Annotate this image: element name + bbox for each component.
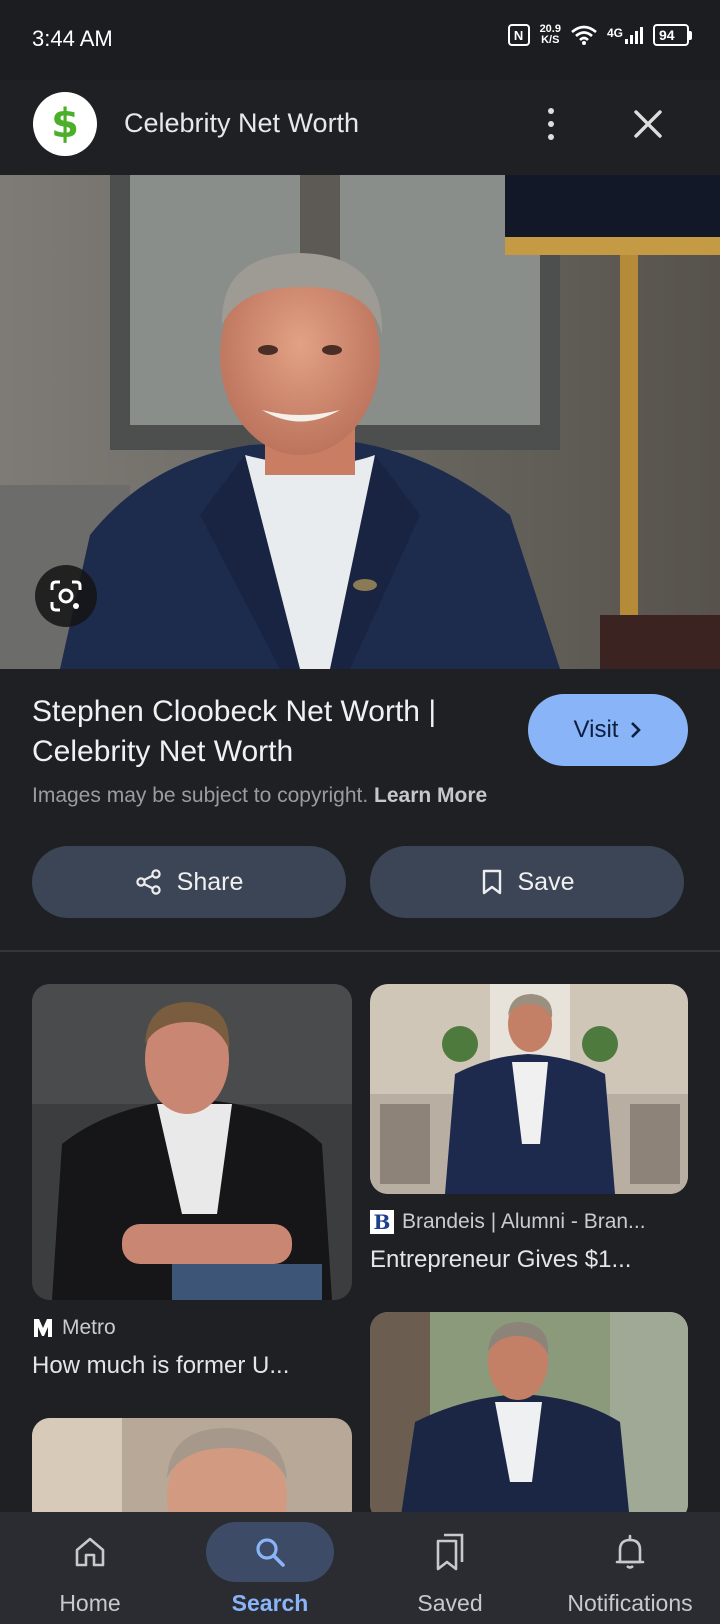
result-title[interactable]: Stephen Cloobeck Net Worth | Celebrity N… <box>32 692 502 772</box>
search-icon <box>256 1538 285 1567</box>
portrait-photo <box>0 175 720 669</box>
site-logo[interactable]: $ <box>33 92 97 156</box>
status-icons: N 20.9 K/S 4G 94 <box>507 24 692 46</box>
network-type: 4G <box>606 26 623 40</box>
nav-notifications-label: Notifications <box>567 1590 693 1616</box>
learn-more-link[interactable]: Learn More <box>374 784 487 807</box>
related-image-3[interactable] <box>370 1312 688 1522</box>
battery-level: 94 <box>653 24 689 46</box>
related-source-2[interactable]: B Brandeis | Alumni - Bran... <box>370 1210 646 1234</box>
nav-saved[interactable]: Saved <box>360 1512 540 1624</box>
nav-search[interactable]: Search <box>180 1512 360 1624</box>
divider <box>0 950 720 952</box>
main-image[interactable] <box>0 175 720 669</box>
share-button[interactable]: Share <box>32 846 346 918</box>
nav-saved-label: Saved <box>417 1590 483 1616</box>
related-source-name: Brandeis | Alumni - Bran... <box>402 1210 646 1233</box>
nav-notifications[interactable]: Notifications <box>540 1512 720 1624</box>
related-image-1[interactable] <box>32 984 352 1300</box>
cell-signal-icon: 4G <box>607 26 643 44</box>
site-name[interactable]: Celebrity Net Worth <box>124 108 359 139</box>
nfc-icon: N <box>507 24 530 46</box>
copyright-notice: Images may be subject to copyright. Lear… <box>32 784 487 808</box>
brandeis-logo-icon: B <box>370 1210 394 1234</box>
nav-search-label: Search <box>231 1590 309 1616</box>
status-bar: 3:44 AM N 20.9 K/S 4G 94 <box>0 0 720 80</box>
visit-label: Visit <box>573 716 619 743</box>
network-speed: 20.9 K/S <box>540 24 561 46</box>
chevron-right-icon <box>631 722 642 738</box>
metro-logo-icon <box>34 1319 52 1337</box>
lens-search-button[interactable] <box>35 565 97 627</box>
home-icon <box>75 1537 105 1567</box>
network-speed-unit: K/S <box>541 34 560 46</box>
related-source-name: Metro <box>62 1316 116 1339</box>
lens-icon <box>50 580 82 612</box>
save-label: Save <box>517 867 575 896</box>
visit-button[interactable]: Visit <box>528 694 688 766</box>
nav-home[interactable]: Home <box>0 1512 180 1624</box>
bookmark-icon <box>482 869 501 895</box>
share-label: Share <box>176 867 244 896</box>
related-title-1[interactable]: How much is former U... <box>32 1352 289 1380</box>
share-icon <box>135 869 161 895</box>
status-time: 3:44 AM <box>32 26 113 51</box>
bookmarks-icon <box>436 1533 464 1571</box>
copyright-text: Images may be subject to copyright. <box>32 784 369 807</box>
more-vert-icon[interactable] <box>538 104 564 144</box>
battery-icon: 94 <box>653 24 692 46</box>
related-title-2[interactable]: Entrepreneur Gives $1... <box>370 1246 631 1274</box>
related-source-1[interactable]: Metro <box>32 1316 116 1340</box>
related-image-2[interactable] <box>370 984 688 1194</box>
wifi-icon <box>571 25 597 45</box>
viewer-header: $ Celebrity Net Worth <box>0 80 720 175</box>
close-icon[interactable] <box>628 104 668 144</box>
bottom-nav: Home Search Saved Notifications <box>0 1512 720 1624</box>
nav-home-label: Home <box>59 1590 121 1616</box>
site-logo-symbol: $ <box>51 101 79 147</box>
bell-icon <box>615 1534 645 1569</box>
save-button[interactable]: Save <box>370 846 684 918</box>
